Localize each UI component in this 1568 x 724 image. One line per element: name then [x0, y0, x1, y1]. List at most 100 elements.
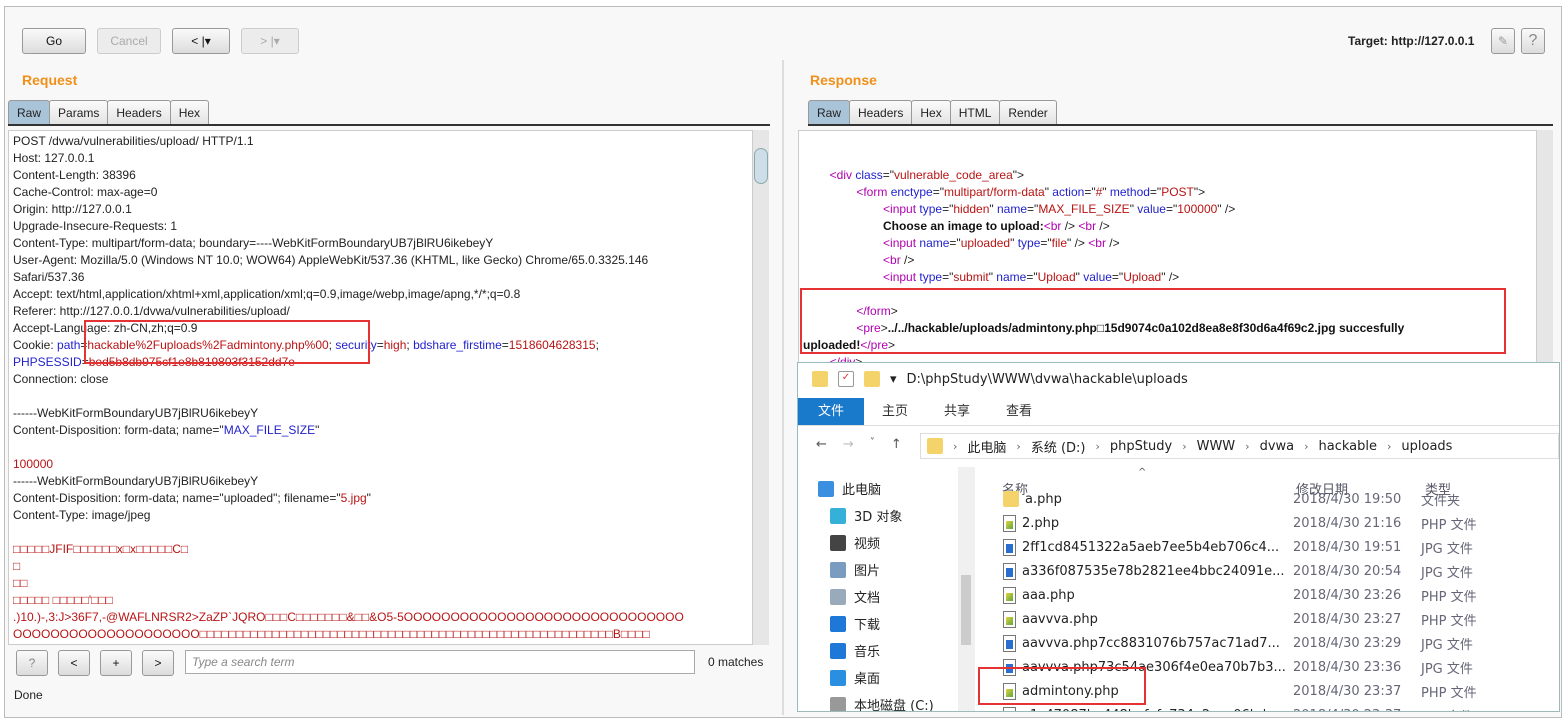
back-button[interactable]: < |▾: [172, 28, 230, 54]
nav-item[interactable]: 图片: [818, 556, 978, 583]
search-input[interactable]: Type a search term: [185, 650, 695, 674]
code-token: Origin: http://127.0.0.1: [13, 202, 132, 216]
chevron-right-icon[interactable]: ›: [1182, 440, 1186, 453]
breadcrumb-item[interactable]: phpStudy: [1110, 439, 1172, 454]
code-token: high: [383, 338, 407, 352]
request-scrollbar[interactable]: [752, 130, 769, 645]
code-token: User-Agent: Mozilla/5.0 (Windows NT 10.0…: [13, 253, 649, 267]
tab-hex[interactable]: Hex: [169, 100, 210, 124]
drive-icon: [830, 696, 846, 711]
breadcrumb-item[interactable]: uploads: [1401, 439, 1452, 454]
file-name: aavvva.php7cc8831076b757ac71ad7...: [1022, 635, 1280, 651]
chevron-right-icon[interactable]: ›: [1304, 440, 1308, 453]
code-token: <br: [883, 253, 901, 267]
file-type: JPG 文件: [1421, 541, 1473, 557]
code-token: □: [13, 559, 21, 573]
nav-item[interactable]: 下载: [818, 610, 978, 637]
nav-item-label: 文档: [854, 591, 881, 606]
request-tabs: Raw Params Headers Hex: [8, 100, 770, 126]
code-token: ------WebKitFormBoundaryUB7jBlRU6ikebeyY: [13, 406, 259, 420]
chevron-right-icon[interactable]: ›: [1096, 440, 1100, 453]
cancel-button[interactable]: Cancel: [97, 28, 161, 54]
forward-button[interactable]: > |▾: [241, 28, 299, 54]
response-scrollbar[interactable]: [1536, 130, 1553, 365]
ribbon-tab[interactable]: 查看: [988, 398, 1050, 425]
file-date: 2018/4/30 23:27: [1293, 611, 1402, 627]
code-token: ": [315, 423, 320, 437]
search-add-button[interactable]: +: [100, 650, 132, 676]
nav-item[interactable]: 视频: [818, 529, 978, 556]
code-token: <input: [883, 236, 920, 250]
file-row[interactable]: a336f087535e78b2821ee4bbc24091e... 2018/4…: [1003, 559, 1559, 583]
chevron-right-icon[interactable]: ›: [1016, 440, 1020, 453]
nav-item-label: 图片: [854, 564, 881, 579]
tab-params[interactable]: Params: [49, 100, 109, 124]
tab-html[interactable]: HTML: [949, 100, 1001, 124]
downloads-icon: [830, 615, 846, 632]
ribbon-tab[interactable]: 主页: [864, 398, 926, 425]
back-arrow-icon[interactable]: ←: [816, 437, 827, 452]
video-icon: [830, 534, 846, 551]
forward-arrow-icon[interactable]: →: [843, 437, 854, 452]
chevron-right-icon[interactable]: ›: [953, 440, 957, 453]
code-token: POST /dvwa/vulnerabilities/upload/ HTTP/…: [13, 134, 254, 148]
quick-access-dropdown-icon[interactable]: ▾: [890, 372, 897, 387]
file-row[interactable]: aavvva.php 2018/4/30 23:27 PHP 文件: [1003, 607, 1559, 631]
file-row[interactable]: a.php 2018/4/30 19:50 文件夹: [1003, 487, 1559, 511]
up-arrow-icon[interactable]: ↑: [891, 437, 902, 452]
code-token: □□: [13, 576, 28, 590]
breadcrumb-item[interactable]: 此电脑: [967, 437, 1006, 456]
breadcrumb-item[interactable]: 系统 (D:): [1031, 437, 1086, 456]
file-row[interactable]: 2.php 2018/4/30 21:16 PHP 文件: [1003, 511, 1559, 535]
address-bar[interactable]: › 此电脑 › 系统 (D:) › phpStudy › WWW › dvwa › hackable ›…: [920, 433, 1559, 459]
nav-item-label: 音乐: [854, 645, 881, 660]
file-date: 2018/4/30 21:16: [1293, 515, 1402, 531]
search-help-button[interactable]: ?: [16, 650, 48, 676]
breadcrumb-item[interactable]: dvwa: [1260, 439, 1295, 454]
code-token: Upload: [1123, 270, 1162, 284]
nav-item[interactable]: 3D 对象: [818, 502, 978, 529]
nav-scrollbar[interactable]: [958, 467, 975, 711]
chevron-right-icon[interactable]: ›: [1245, 440, 1249, 453]
code-line: 100000: [13, 456, 748, 473]
code-line: User-Agent: Mozilla/5.0 (Windows NT 10.0…: [13, 252, 748, 269]
tab-headers[interactable]: Headers: [107, 100, 171, 124]
go-button[interactable]: Go: [22, 28, 86, 54]
properties-icon[interactable]: ✓: [838, 371, 854, 387]
tab-raw[interactable]: Raw: [808, 100, 851, 124]
tab-render[interactable]: Render: [999, 100, 1057, 124]
tab-hex[interactable]: Hex: [911, 100, 951, 124]
breadcrumb-item[interactable]: hackable: [1319, 439, 1377, 454]
tab-raw[interactable]: Raw: [8, 100, 51, 124]
splitter[interactable]: [782, 60, 784, 715]
ribbon-tab[interactable]: 共享: [926, 398, 988, 425]
code-line: Content-Disposition: form-data; name="MA…: [13, 422, 748, 439]
file-row[interactable]: 2ff1cd8451322a5aeb7ee5b4eb706c4... 2018/4…: [1003, 535, 1559, 559]
help-button[interactable]: ?: [1521, 28, 1545, 54]
breadcrumb-item[interactable]: WWW: [1197, 439, 1236, 454]
recent-dropdown-icon[interactable]: ˅: [870, 437, 875, 452]
search-prev-button[interactable]: <: [58, 650, 90, 676]
nav-item[interactable]: 文档: [818, 583, 978, 610]
pencil-icon[interactable]: ✎: [1491, 28, 1515, 54]
nav-item-label: 3D 对象: [854, 510, 903, 525]
code-token: ;: [595, 338, 599, 352]
nav-item[interactable]: 本地磁盘 (C:): [818, 691, 978, 711]
nav-item[interactable]: 音乐: [818, 637, 978, 664]
ribbon-tab[interactable]: 文件: [798, 398, 865, 425]
tab-headers[interactable]: Headers: [849, 100, 913, 124]
code-line: OOOOOOOOOOOOOOOOOOOO□□□□□□□□□□□□□□□□□□□□…: [13, 626, 748, 643]
code-line: Origin: http://127.0.0.1: [13, 201, 748, 218]
nav-item[interactable]: 桌面: [818, 664, 978, 691]
search-next-button[interactable]: >: [142, 650, 174, 676]
request-editor[interactable]: POST /dvwa/vulnerabilities/upload/ HTTP/…: [8, 130, 753, 645]
new-folder-icon[interactable]: [864, 371, 880, 387]
chevron-right-icon[interactable]: ›: [1387, 440, 1391, 453]
code-token: <br: [1088, 236, 1106, 250]
file-row[interactable]: aavvva.php7cc8831076b757ac71ad7... 2018/4…: [1003, 631, 1559, 655]
php-file-icon: [1003, 610, 1016, 628]
nav-item[interactable]: 此电脑: [818, 475, 978, 502]
file-row[interactable]: aaa.php 2018/4/30 23:26 PHP 文件: [1003, 583, 1559, 607]
